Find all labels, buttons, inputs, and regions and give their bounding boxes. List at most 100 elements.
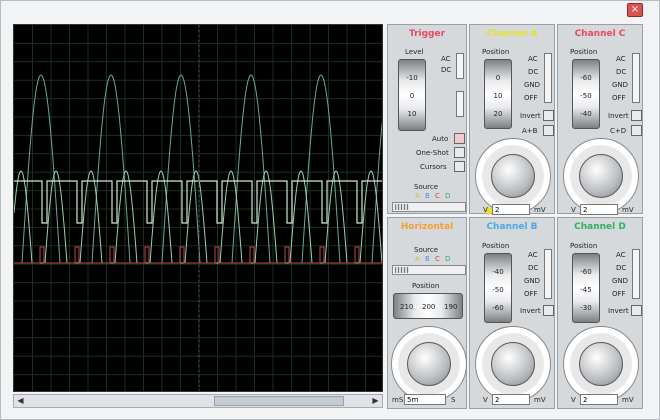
position-label: Position — [482, 242, 510, 250]
position-label: Position — [412, 282, 440, 290]
oscilloscope-window: × ◀ ▶ Trigger Level -10 0 10 AC DC Auto … — [0, 0, 660, 420]
edge-switch[interactable] — [456, 91, 464, 117]
source-label: Source — [414, 246, 439, 254]
unit-mv: mV — [622, 206, 634, 214]
channel-c-position-drum[interactable]: -60 -50 -40 — [572, 59, 600, 129]
mode-gnd: GND — [612, 81, 629, 89]
channel-c-volts-dial[interactable] — [563, 138, 639, 214]
channel-d-volts-dial[interactable] — [563, 326, 639, 402]
channel-b-position-drum[interactable]: -40 -50 -60 — [484, 253, 512, 323]
invert-label: Invert — [520, 307, 541, 315]
timebase-value[interactable]: 5m — [404, 394, 446, 405]
unit-mv: mV — [534, 396, 546, 404]
source-d: D — [445, 192, 451, 200]
channel-a-title: Channel A — [486, 29, 538, 39]
channel-b-volts-dial[interactable] — [475, 326, 551, 402]
horizontal-source-slider[interactable] — [392, 265, 466, 275]
drum-tick: -45 — [580, 286, 592, 294]
invert-label: Invert — [520, 112, 541, 120]
channel-a-scale-value[interactable]: 2 — [492, 204, 530, 215]
channel-a-mode-switch[interactable] — [544, 53, 552, 103]
mode-gnd: GND — [524, 81, 541, 89]
horizontal-panel: Horizontal Source A B C D Position 210 2… — [387, 217, 467, 409]
channel-d-scale-value[interactable]: 2 — [580, 394, 618, 405]
channel-b-mode-switch[interactable] — [544, 249, 552, 299]
channel-c-title: Channel C — [574, 29, 626, 39]
dc-label: DC — [441, 66, 452, 74]
unit-v: V — [571, 206, 576, 214]
channel-c-invert-button[interactable] — [631, 110, 642, 121]
timebase-dial[interactable] — [391, 326, 467, 402]
channel-c-combo-button[interactable] — [631, 125, 642, 136]
close-icon[interactable]: × — [627, 3, 643, 17]
trigger-source-slider[interactable] — [392, 202, 466, 212]
channel-b-title: Channel B — [486, 222, 538, 232]
channel-d-invert-button[interactable] — [631, 305, 642, 316]
unit-v: V — [571, 396, 576, 404]
source-a: A — [415, 192, 420, 200]
trace-display — [14, 25, 382, 391]
level-label: Level — [405, 48, 424, 56]
scroll-left-icon[interactable]: ◀ — [14, 395, 27, 407]
scroll-thumb[interactable] — [214, 396, 344, 406]
trigger-title: Trigger — [408, 29, 446, 39]
cursors-label: Cursors — [420, 163, 447, 171]
source-a: A — [415, 255, 420, 263]
drum-tick: 10 — [407, 110, 417, 118]
mode-ac: AC — [616, 251, 626, 259]
source-c: C — [435, 255, 440, 263]
unit-v: V — [483, 396, 488, 404]
a-plus-b-label: A+B — [522, 127, 538, 135]
drum-tick: -30 — [580, 304, 592, 312]
position-label: Position — [482, 48, 510, 56]
source-d: D — [445, 255, 451, 263]
mode-off: OFF — [524, 290, 538, 298]
drum-tick: 210 — [400, 303, 414, 311]
channel-a-invert-button[interactable] — [543, 110, 554, 121]
scroll-right-icon[interactable]: ▶ — [369, 395, 382, 407]
c-plus-d-label: C+D — [610, 127, 627, 135]
drum-tick: 10 — [493, 92, 503, 100]
channel-c-mode-switch[interactable] — [632, 53, 640, 103]
channel-d-position-drum[interactable]: -60 -45 -30 — [572, 253, 600, 323]
drum-tick: -40 — [492, 268, 504, 276]
unit-mv: mV — [622, 396, 634, 404]
channel-d-mode-switch[interactable] — [632, 249, 640, 299]
drum-tick: -50 — [492, 286, 504, 294]
mode-dc: DC — [616, 68, 627, 76]
drum-tick: -60 — [580, 74, 592, 82]
drum-tick: -60 — [580, 268, 592, 276]
cursors-button[interactable] — [454, 161, 465, 172]
mode-dc: DC — [528, 68, 539, 76]
source-c: C — [435, 192, 440, 200]
drum-tick: 200 — [422, 303, 436, 311]
channel-b-scale-value[interactable]: 2 — [492, 394, 530, 405]
ac-label: AC — [441, 55, 451, 63]
source-label: Source — [414, 183, 439, 191]
horizontal-position-drum[interactable]: 210 200 190 — [393, 293, 463, 319]
one-shot-label: One-Shot — [416, 149, 449, 157]
mode-ac: AC — [528, 251, 538, 259]
mode-dc: DC — [616, 264, 627, 272]
channel-a-position-drum[interactable]: 0 10 20 — [484, 59, 512, 129]
channel-d-panel: Channel D Position -60 -45 -30 AC DC GND… — [557, 217, 643, 409]
position-label: Position — [570, 48, 598, 56]
source-b: B — [425, 192, 430, 200]
channel-a-panel: Channel A Position 0 10 20 AC DC GND OFF… — [469, 24, 555, 217]
channel-b-invert-button[interactable] — [543, 305, 554, 316]
channel-c-scale-value[interactable]: 2 — [580, 204, 618, 215]
channel-a-combo-button[interactable] — [543, 125, 554, 136]
one-shot-button[interactable] — [454, 147, 465, 158]
horizontal-scrollbar[interactable]: ◀ ▶ — [13, 394, 383, 408]
drum-tick: 190 — [444, 303, 458, 311]
source-b: B — [425, 255, 430, 263]
drum-tick: 0 — [495, 74, 501, 82]
auto-button[interactable] — [454, 133, 465, 144]
level-drum[interactable]: -10 0 10 — [398, 59, 426, 131]
drum-tick: 20 — [493, 110, 503, 118]
coupling-switch[interactable] — [456, 53, 464, 79]
mode-gnd: GND — [612, 277, 629, 285]
trigger-panel: Trigger Level -10 0 10 AC DC Auto One-Sh… — [387, 24, 467, 214]
drum-tick: 0 — [409, 92, 415, 100]
mode-dc: DC — [528, 264, 539, 272]
